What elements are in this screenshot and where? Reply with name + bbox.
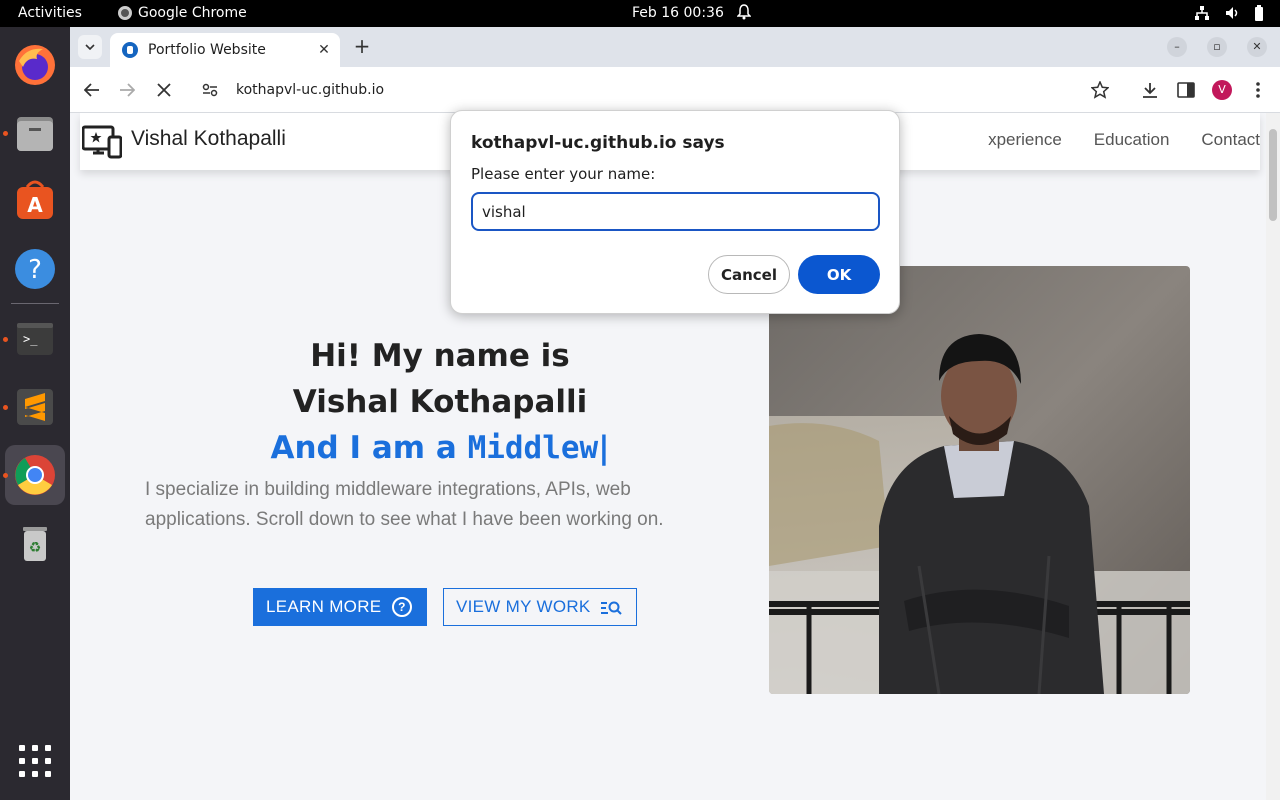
search-list-icon — [601, 601, 622, 615]
chevron-down-icon — [85, 44, 95, 50]
learn-more-label: LEARN MORE — [266, 597, 382, 616]
files-icon — [17, 117, 53, 151]
trash-icon: ♻ — [23, 527, 47, 561]
nav-link-contact[interactable]: Contact — [1201, 130, 1260, 150]
hero-greeting: Hi! My name is — [310, 338, 570, 374]
dock-sublime[interactable] — [3, 377, 65, 437]
ok-button[interactable]: OK — [798, 255, 880, 294]
dialog-message: Please enter your name: — [471, 165, 656, 183]
profile-button[interactable]: V — [1211, 79, 1233, 101]
firefox-icon — [15, 45, 55, 85]
activities-button[interactable]: Activities — [18, 5, 82, 21]
site-settings-icon[interactable] — [202, 83, 218, 97]
star-icon — [1091, 81, 1109, 99]
volume-icon — [1226, 7, 1238, 19]
site-brand-name[interactable]: Vishal Kothapalli — [131, 127, 286, 151]
hero-typed-prefix: And I am a — [270, 430, 468, 466]
battery-icon — [1255, 5, 1263, 21]
dock-trash[interactable]: ♻ — [5, 513, 65, 573]
help-icon: ? — [15, 249, 55, 289]
kebab-menu-icon — [1256, 82, 1260, 98]
minimize-button[interactable]: – — [1167, 37, 1187, 57]
dock-files[interactable] — [3, 103, 65, 163]
name-input[interactable] — [471, 192, 880, 231]
dialog-title: kothapvl-uc.github.io says — [471, 133, 725, 153]
dock-chrome[interactable] — [3, 445, 65, 505]
clock[interactable]: Feb 16 00:36 — [632, 5, 724, 21]
learn-more-button[interactable]: LEARN MORE ? — [253, 588, 427, 626]
terminal-icon: >_ — [17, 323, 53, 355]
tab-portfolio[interactable]: Portfolio Website ✕ — [110, 33, 340, 67]
scrollbar-thumb[interactable] — [1269, 129, 1277, 221]
prompt-dialog: kothapvl-uc.github.io says Please enter … — [450, 110, 900, 314]
tab-search-button[interactable] — [78, 35, 102, 59]
url-text: kothapvl-uc.github.io — [236, 82, 385, 98]
app-menu-label: Google Chrome — [138, 5, 247, 21]
hero-description: I specialize in building middleware inte… — [145, 479, 664, 530]
profile-photo — [769, 266, 1190, 694]
svg-text:>_: >_ — [23, 332, 38, 346]
stop-loading-button[interactable] — [153, 79, 175, 101]
new-tab-button[interactable]: + — [352, 36, 372, 56]
dock-firefox[interactable] — [5, 35, 65, 95]
nav-link-experience[interactable]: xperience — [988, 130, 1062, 150]
sublime-text-icon — [17, 389, 53, 425]
system-tray[interactable] — [1194, 5, 1264, 21]
monitor-star-logo-icon[interactable] — [82, 125, 122, 159]
tab-strip: Portfolio Website ✕ + – ▫ ✕ — [70, 27, 1280, 67]
address-bar[interactable]: kothapvl-uc.github.io — [190, 73, 1120, 107]
notification-bell-icon — [737, 4, 751, 20]
site-favicon-icon — [122, 42, 138, 58]
side-panel-icon — [1177, 82, 1195, 98]
dock-app-center[interactable]: A — [5, 171, 65, 231]
gnome-top-bar: Activities Google Chrome Feb 16 00:36 — [0, 0, 1280, 27]
avatar: V — [1212, 80, 1232, 100]
typing-cursor: | — [598, 430, 610, 466]
running-indicator — [3, 337, 8, 342]
running-indicator — [3, 405, 8, 410]
tab-close-icon[interactable]: ✕ — [316, 42, 332, 58]
tab-title: Portfolio Website — [148, 42, 266, 58]
hero-typed-text: Middlew — [467, 430, 599, 466]
bookmark-button[interactable] — [1089, 79, 1111, 101]
svg-text:A: A — [27, 193, 43, 217]
svg-text:?: ? — [28, 255, 42, 285]
maximize-button[interactable]: ▫ — [1207, 37, 1227, 57]
site-nav-links: xperience Education Contact — [988, 130, 1260, 150]
side-panel-button[interactable] — [1175, 79, 1197, 101]
dock-help[interactable]: ? — [5, 239, 65, 299]
chrome-icon — [118, 6, 132, 20]
back-button[interactable] — [81, 79, 103, 101]
download-icon — [1143, 83, 1157, 98]
network-icon — [1195, 6, 1209, 20]
view-my-work-label: VIEW MY WORK — [456, 597, 591, 616]
nav-link-education[interactable]: Education — [1094, 130, 1170, 150]
question-circle-icon: ? — [392, 597, 412, 617]
chrome-menu-button[interactable] — [1247, 79, 1269, 101]
show-apps-grid-icon[interactable] — [19, 745, 51, 777]
dock-separator — [11, 303, 59, 304]
svg-text:♻: ♻ — [29, 540, 42, 556]
running-indicator — [3, 473, 8, 478]
hero-heading: Hi! My name is Vishal Kothapalli And I a… — [130, 333, 750, 471]
page-scrollbar[interactable] — [1266, 113, 1280, 800]
dock-terminal[interactable]: >_ — [3, 309, 65, 369]
chrome-icon — [15, 455, 55, 495]
browser-toolbar: kothapvl-uc.github.io V — [70, 67, 1280, 113]
app-menu[interactable]: Google Chrome — [118, 5, 247, 21]
ubuntu-dock: A ? >_ ♻ — [0, 27, 70, 800]
app-center-icon: A — [17, 180, 53, 219]
hero-typed-line: And I am a Middlew| — [130, 425, 750, 471]
running-indicator — [3, 131, 8, 136]
close-window-button[interactable]: ✕ — [1247, 37, 1267, 57]
back-arrow-icon — [84, 83, 99, 97]
forward-arrow-icon — [120, 83, 135, 97]
hero-name: Vishal Kothapalli — [292, 384, 588, 420]
view-my-work-button[interactable]: VIEW MY WORK — [443, 588, 637, 626]
cancel-button[interactable]: Cancel — [708, 255, 790, 294]
downloads-button[interactable] — [1139, 79, 1161, 101]
forward-button[interactable] — [116, 79, 138, 101]
close-icon — [157, 83, 171, 97]
